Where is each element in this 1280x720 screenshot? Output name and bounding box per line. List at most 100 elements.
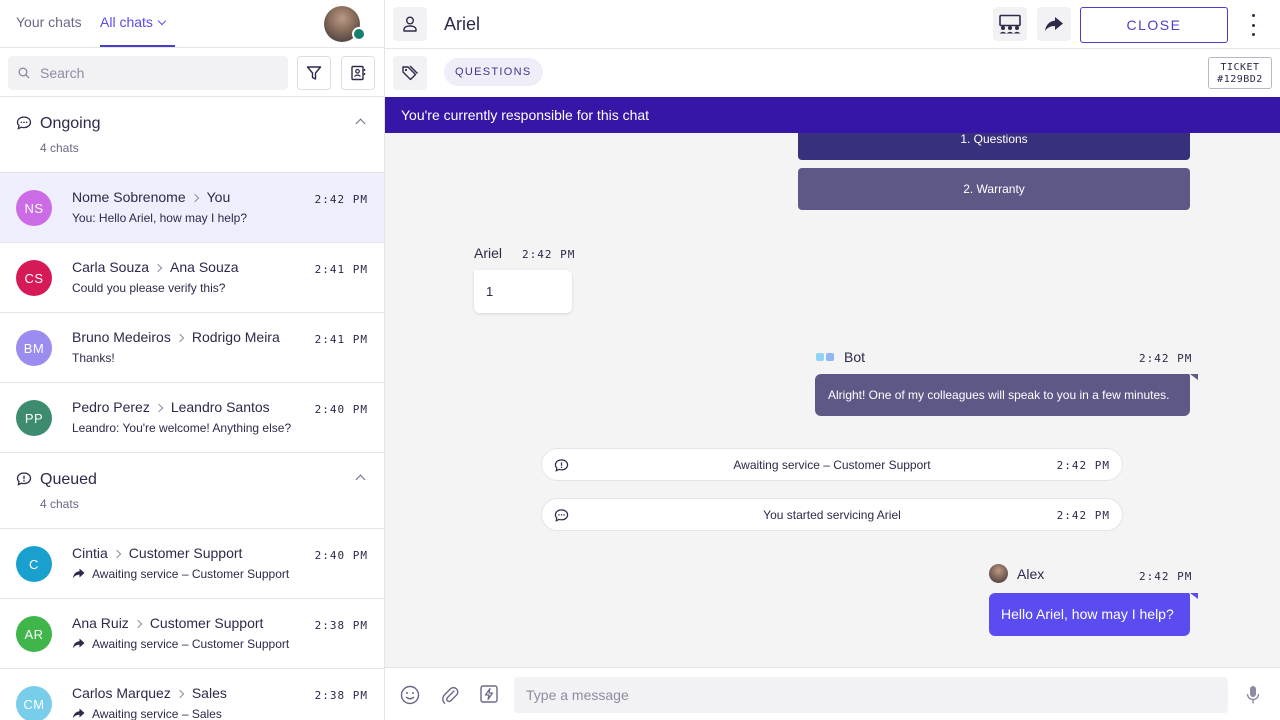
chat-list-panel: Your chats All chats Ongoing 4 chats NS …	[0, 0, 385, 720]
message-sender: Bot	[844, 349, 866, 365]
chat-list-item[interactable]: PP Pedro Perez Leandro Santos Leandro: Yo…	[0, 383, 384, 453]
chevron-up-icon[interactable]	[355, 118, 366, 129]
chat-participants: Nome Sobrenome You	[72, 189, 230, 205]
ticket-label: TICKET	[1220, 62, 1260, 73]
tag-icon	[402, 65, 418, 81]
chevron-right-icon	[133, 619, 143, 629]
chat-participants: Carla Souza Ana Souza	[72, 259, 239, 275]
search-input[interactable]	[40, 56, 280, 90]
message-time: 2:42 PM	[1139, 352, 1193, 365]
chat-time: 2:42 PM	[314, 193, 368, 206]
chat-to: Customer Support	[128, 545, 243, 561]
more-vertical-icon[interactable]	[1245, 14, 1261, 36]
menu-option-button[interactable]: 2. Warranty	[798, 168, 1190, 210]
message-sender: Ariel	[474, 245, 503, 261]
chat-list-item[interactable]: BM Bruno Medeiros Rodrigo Meira Thanks! 2…	[0, 313, 384, 383]
chat-time: 2:41 PM	[314, 263, 368, 276]
close-chat-button[interactable]: CLOSE	[1080, 7, 1228, 43]
chat-to: Rodrigo Meira	[191, 329, 280, 345]
contacts-icon	[351, 65, 366, 81]
transfer-group-icon	[999, 14, 1021, 34]
message-time: 2:42 PM	[522, 248, 576, 261]
chat-time: 2:40 PM	[314, 549, 368, 562]
chat-list-item[interactable]: CM Carlos Marquez Sales Awaiting service …	[0, 669, 384, 720]
message-input[interactable]	[514, 677, 1228, 713]
queued-section-header[interactable]: Queued 4 chats	[0, 453, 384, 529]
chat-header: Ariel CLOSE	[385, 0, 1280, 49]
chat-time: 2:38 PM	[314, 689, 368, 702]
chat-time: 2:41 PM	[314, 333, 368, 346]
chat-list-item[interactable]: AR Ana Ruiz Customer Support Awaiting ser…	[0, 599, 384, 669]
chat-to: You	[206, 189, 231, 205]
chat-list-item[interactable]: CS Carla Souza Ana Souza Could you please…	[0, 243, 384, 313]
ongoing-section-header[interactable]: Ongoing 4 chats	[0, 97, 384, 173]
bubble-tail	[1190, 374, 1198, 380]
section-count: 4 chats	[40, 497, 79, 511]
chat-list-item[interactable]: C Cintia Customer Support Awaiting servic…	[0, 529, 384, 599]
dot	[1251, 33, 1255, 36]
online-status-dot	[352, 27, 366, 41]
chat-time: 2:38 PM	[314, 619, 368, 632]
avatar: BM	[16, 330, 52, 366]
dot	[1251, 14, 1255, 17]
filter-button[interactable]	[297, 56, 331, 90]
chat-from: Carlos Marquez	[72, 685, 171, 701]
chat-preview-text: Awaiting service – Sales	[92, 707, 222, 720]
transfer-group-button[interactable]	[993, 7, 1027, 41]
chat-to: Sales	[191, 685, 227, 701]
forward-icon	[72, 568, 85, 579]
system-event-time: 2:42 PM	[1056, 509, 1110, 522]
microphone-icon[interactable]	[1246, 685, 1260, 705]
dot	[1251, 23, 1255, 27]
avatar: AR	[16, 616, 52, 652]
avatar: C	[16, 546, 52, 582]
chat-from: Nome Sobrenome	[72, 189, 186, 205]
system-event: Awaiting service – Customer Support 2:42…	[541, 448, 1123, 481]
chat-to: Customer Support	[149, 615, 264, 631]
contacts-button[interactable]	[341, 56, 375, 90]
bot-message-bubble: Alright! One of my colleagues will speak…	[815, 374, 1190, 416]
chevron-up-icon[interactable]	[355, 474, 366, 485]
filter-icon	[306, 66, 322, 80]
search-icon	[18, 67, 30, 79]
tag-bar: QUESTIONS TICKET #129BD2	[385, 49, 1280, 97]
chat-from: Cintia	[72, 545, 108, 561]
chat-participants: Ana Ruiz Customer Support	[72, 615, 263, 631]
attachment-icon[interactable]	[441, 685, 459, 705]
contact-info-button[interactable]	[393, 7, 427, 41]
tab-all-chats[interactable]: All chats	[100, 14, 167, 30]
add-tag-button[interactable]	[393, 56, 427, 90]
chat-preview: Could you please verify this?	[72, 281, 226, 295]
forward-chat-button[interactable]	[1037, 7, 1071, 41]
emoji-icon[interactable]	[400, 685, 420, 705]
menu-option-button[interactable]: 1. Questions	[798, 133, 1190, 160]
chat-from: Pedro Perez	[72, 399, 150, 415]
chevron-right-icon	[153, 263, 163, 273]
chat-preview: Awaiting service – Customer Support	[72, 637, 289, 651]
tag-chip[interactable]: QUESTIONS	[444, 58, 543, 86]
ticket-badge[interactable]: TICKET #129BD2	[1208, 57, 1272, 89]
tab-your-chats[interactable]: Your chats	[16, 14, 82, 30]
quick-reply-icon[interactable]	[480, 685, 498, 703]
message-composer	[385, 667, 1280, 720]
chat-time: 2:40 PM	[314, 403, 368, 416]
bubble-tail	[1190, 593, 1198, 599]
chat-list-item[interactable]: NS Nome Sobrenome You You: Hello Ariel, h…	[0, 173, 384, 243]
chevron-right-icon	[175, 689, 185, 699]
chat-preview: Awaiting service – Customer Support	[72, 567, 289, 581]
bot-icon	[816, 353, 834, 361]
chat-preview: Leandro: You're welcome! Anything else?	[72, 421, 292, 435]
chevron-down-icon	[157, 16, 167, 26]
chat-from: Carla Souza	[72, 259, 150, 275]
forward-icon	[1045, 17, 1063, 31]
chat-preview: Thanks!	[72, 351, 115, 365]
chat-preview: Awaiting service – Sales	[72, 707, 222, 720]
outgoing-message-bubble: Hello Ariel, how may I help?	[989, 593, 1190, 636]
chevron-right-icon	[190, 193, 199, 203]
forward-icon	[72, 708, 85, 719]
chat-participants: Bruno Medeiros Rodrigo Meira	[72, 329, 280, 345]
forward-icon	[72, 638, 85, 649]
chat-to: Leandro Santos	[170, 399, 270, 415]
chevron-right-icon	[154, 403, 164, 413]
search-toolbar	[0, 48, 384, 97]
